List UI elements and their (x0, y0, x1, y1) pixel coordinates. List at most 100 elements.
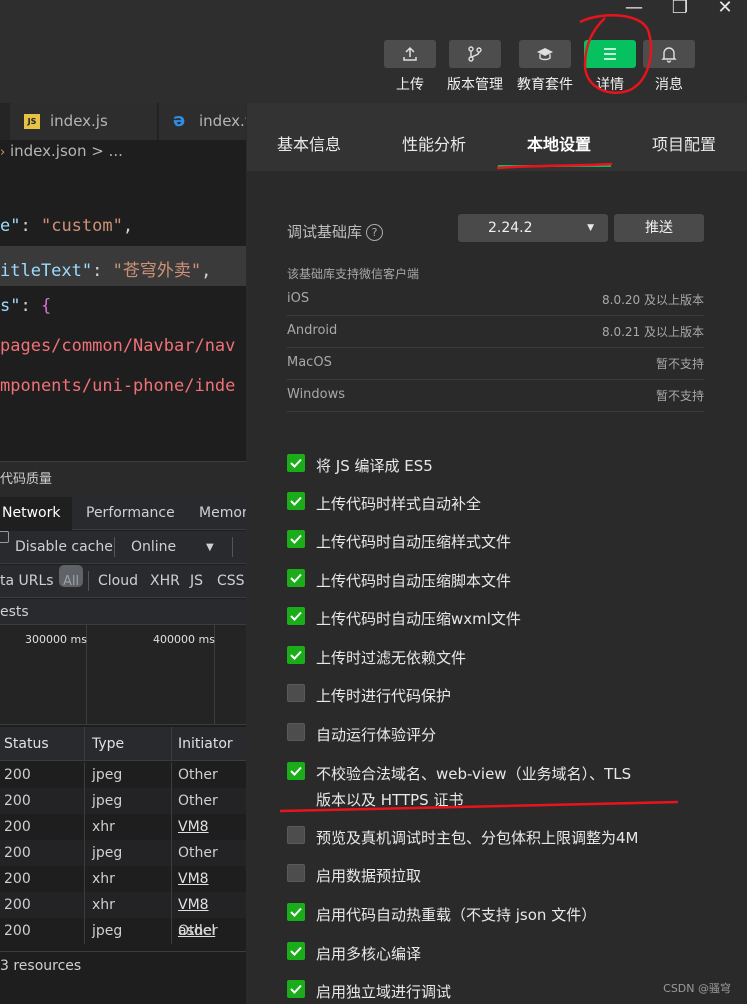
debug-lib-version-select[interactable]: 2.24.2 ▼ (458, 214, 608, 242)
network-row[interactable]: 200xhrVM8 asdel (0, 866, 246, 913)
network-row[interactable]: 200xhrVM8 asdel (0, 814, 246, 861)
setting-checkbox[interactable] (287, 903, 305, 921)
setting-checkbox[interactable] (287, 646, 305, 664)
checkmark-icon (290, 650, 302, 660)
network-row[interactable]: 200 jpeg Other (0, 788, 246, 814)
graduation-cap-icon (537, 48, 553, 61)
row-status: 200 (4, 767, 31, 783)
css-file-icon: ǝ (173, 110, 186, 131)
upload-button[interactable] (384, 40, 436, 68)
network-row[interactable]: 200xhrVM8 asdel (0, 892, 246, 939)
support-title: 该基础库支持微信客户端 (287, 267, 420, 281)
setting-checkbox[interactable] (287, 942, 305, 960)
editor-tabs: JS index.js ǝ index.w (0, 103, 246, 140)
setting-checkbox[interactable] (287, 607, 305, 625)
row-type: jpeg (92, 845, 123, 861)
network-row[interactable]: 200 jpeg Other (0, 762, 246, 788)
support-row: MacOS 暂不支持 (287, 348, 704, 380)
tab-project-config[interactable]: 项目配置 (652, 131, 716, 155)
row-status: 200 (4, 923, 31, 939)
tab-performance[interactable]: Performance (86, 497, 175, 530)
messages-label: 消息 (655, 77, 683, 93)
checkmark-icon (290, 458, 302, 468)
disable-cache-checkbox[interactable] (0, 531, 9, 543)
row-type: xhr (92, 897, 115, 913)
filter-js[interactable]: JS (190, 565, 203, 598)
filter-cloud[interactable]: Cloud (98, 565, 138, 598)
setting-checkbox[interactable] (287, 762, 305, 780)
os-name: MacOS (287, 355, 332, 370)
col-status[interactable]: Status (4, 727, 49, 761)
filter-bar: ta URLs All Cloud XHR JS CSS (0, 565, 246, 598)
setting-checkbox[interactable] (287, 684, 305, 702)
filter-xhr[interactable]: XHR (150, 565, 180, 598)
code-line-4[interactable]: pages/common/Navbar/nav (0, 336, 235, 356)
network-row[interactable]: 200 jpeg Other (0, 918, 246, 944)
throttle-select[interactable]: Online (131, 531, 176, 564)
version-control-button[interactable] (449, 40, 501, 68)
minimize-button[interactable]: — (620, 0, 648, 18)
row-status: 200 (4, 819, 31, 835)
data-urls-filter[interactable]: ta URLs (0, 565, 54, 598)
code-value: "custom" (40, 216, 123, 236)
setting-checkbox[interactable] (287, 826, 305, 844)
col-initiator[interactable]: Initiator (178, 727, 233, 761)
tab-basic-info[interactable]: 基本信息 (277, 131, 341, 155)
setting-checkbox[interactable] (287, 980, 305, 998)
filter-css[interactable]: CSS (217, 565, 245, 598)
push-button[interactable]: 推送 (614, 214, 704, 242)
network-row[interactable]: 200 jpeg Other (0, 840, 246, 866)
version-value: 2.24.2 (488, 220, 533, 236)
code-line-2[interactable]: itleText": "苍穹外卖", (0, 256, 211, 281)
setting-label: 上传时进行代码保护 (316, 687, 452, 705)
tab-performance-analysis[interactable]: 性能分析 (402, 131, 466, 155)
tab-index-js[interactable]: JS index.js (10, 103, 158, 140)
education-suite-button[interactable] (519, 40, 571, 68)
caret-down-icon: ▼ (587, 223, 594, 233)
setting-checkbox[interactable] (287, 492, 305, 510)
setting-label: 自动运行体验评分 (316, 726, 437, 744)
row-initiator: Other (178, 767, 218, 783)
col-type[interactable]: Type (92, 727, 124, 761)
debug-lib-label: 调试基础库? (287, 221, 384, 242)
row-status: 200 (4, 793, 31, 809)
tab-memory[interactable]: Memor (199, 497, 246, 530)
details-button[interactable] (584, 40, 636, 68)
bell-icon (661, 47, 677, 63)
help-icon[interactable]: ? (366, 224, 384, 241)
code-quality-panel-header[interactable]: 代码质量 (0, 461, 246, 497)
disable-cache-label: Disable cache (15, 539, 113, 555)
education-suite-label: 教育套件 (517, 77, 573, 93)
tab-local-settings[interactable]: 本地设置 (527, 131, 591, 155)
code-line-3[interactable]: s": { (0, 296, 51, 316)
breadcrumb-text: index.json > ... (9, 142, 123, 160)
setting-checkbox[interactable] (287, 723, 305, 741)
row-type: jpeg (92, 767, 123, 783)
close-button[interactable]: ✕ (711, 0, 739, 18)
code-line-1[interactable]: e": "custom", (0, 216, 133, 236)
code-sep: : (20, 296, 41, 316)
filter-all[interactable]: All (59, 565, 83, 589)
setting-checkbox[interactable] (287, 530, 305, 548)
checkmark-icon (290, 534, 302, 544)
setting-checkbox[interactable] (287, 454, 305, 472)
setting-checkbox[interactable] (287, 864, 305, 882)
setting-checkbox[interactable] (287, 569, 305, 587)
maximize-button[interactable]: ❐ (666, 0, 694, 18)
row-type: xhr (92, 871, 115, 887)
os-name: Android (287, 323, 338, 338)
network-summary: 3 resources (0, 951, 246, 979)
tab-index-wxss[interactable]: ǝ index.w (159, 103, 246, 140)
messages-button[interactable] (643, 40, 695, 68)
checkmark-icon (290, 946, 302, 956)
network-timeline[interactable]: 300000 ms 400000 ms (0, 625, 246, 725)
row-initiator: Other (178, 923, 218, 939)
row-status: 200 (4, 897, 31, 913)
tab-network[interactable]: Network (0, 497, 72, 530)
column-divider (171, 918, 172, 944)
panel-title: 代码质量 (0, 472, 53, 487)
top-toolbar: — ❐ ✕ 上传 版本管理 教育套件 详情 消息 (0, 0, 747, 103)
breadcrumb[interactable]: › index.json > ... (0, 142, 123, 160)
chevron-down-icon[interactable]: ▼ (206, 531, 214, 564)
code-line-5[interactable]: mponents/uni-phone/inde (0, 376, 235, 396)
